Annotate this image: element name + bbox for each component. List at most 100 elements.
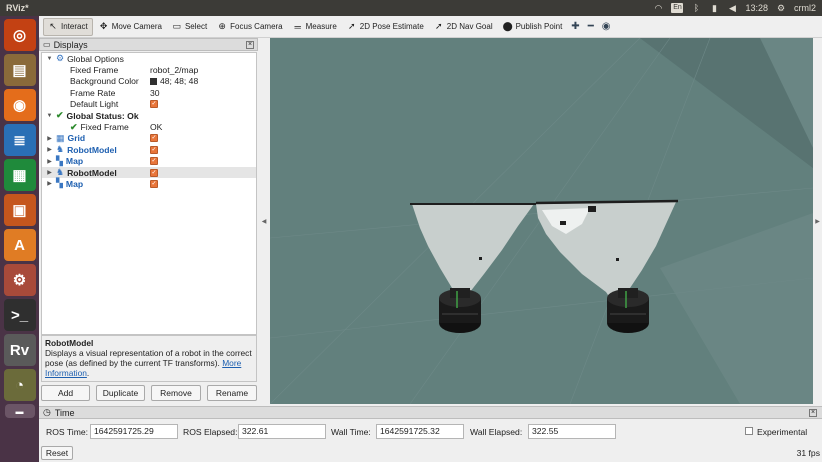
wall-time-field[interactable]: 1642591725.32 [376,424,464,439]
display-row[interactable]: ▶ ♞ RobotModel ✓ [42,144,256,155]
right-splitter-handle[interactable]: ▶ [813,38,822,404]
remove-tool-icon[interactable]: ━ [585,18,597,36]
display-name-cell: Fixed Frame [70,65,118,75]
close-icon[interactable]: × [246,40,254,49]
ros-time-field[interactable]: 1642591725.29 [90,424,178,439]
expand-arrow-icon[interactable]: ▶ [46,180,53,187]
display-row[interactable]: ▶ ▚ Map ✓ [42,156,256,167]
enabled-checkbox[interactable]: ✓ [150,179,158,188]
display-name: Global Status: Ok [66,110,139,121]
display-value-cell[interactable]: ✓ [150,100,158,109]
display-row[interactable]: ▶ ♞ RobotModel ✓ [42,166,256,179]
enabled-checkbox[interactable]: ✓ [150,100,158,109]
display-value-cell[interactable]: ✓ [150,134,158,143]
tool-measure[interactable]: ═ Measure [289,18,341,36]
display-value-cell[interactable]: OK [150,122,162,132]
firefox-icon[interactable]: ◉ [3,89,36,121]
display-value-cell[interactable]: ✓ [150,179,158,188]
time-fields-row: ROS Time: 1642591725.29 ROS Elapsed: 322… [39,424,822,440]
collapse-arrow-icon[interactable]: ▼ [46,56,53,62]
calc-icon[interactable]: ▦ [3,159,36,191]
display-row[interactable]: ▶ ▦ Grid ✓ [42,133,256,144]
tool-label: 2D Pose Estimate [359,22,424,31]
rename-button[interactable]: Rename [207,385,257,401]
display-row[interactable]: ✔ Fixed Frame OK [42,121,256,133]
focus-camera-icon: ⊕ [218,21,226,31]
tool-2d-nav-goal[interactable]: ➚ 2D Nav Goal [430,18,497,36]
display-row[interactable]: Fixed Frame robot_2/map [42,64,256,75]
tool-focus-camera[interactable]: ⊕ Focus Camera [213,18,286,36]
displays-tree[interactable]: ▼ ⚙ Global Options Fixed Frame robot_2/map Ba… [41,52,257,335]
add-button[interactable]: Add [41,385,90,401]
battery-icon[interactable]: ▮ [709,3,719,13]
collapse-arrow-icon[interactable]: ▼ [46,113,53,119]
display-value: 48; 48; 48 [160,76,199,87]
tool-move-camera[interactable]: ✥ Move Camera [95,18,166,36]
display-name: Map [65,178,84,189]
3d-render-view[interactable] [270,38,813,404]
enabled-checkbox[interactable]: ✓ [150,134,158,143]
files-icon[interactable]: ▤ [3,54,36,86]
impress-icon[interactable]: ▣ [3,194,36,226]
enabled-checkbox[interactable]: ✓ [150,168,158,177]
camera-view-icon[interactable]: ◉ [599,18,614,36]
tool-2d-pose-estimate[interactable]: ➚ 2D Pose Estimate [343,18,428,36]
clock[interactable]: 13:28 [745,3,768,13]
expand-arrow-icon[interactable]: ▶ [46,135,53,142]
settings-icon[interactable]: ⚙ [3,264,36,296]
color-swatch[interactable] [150,77,157,85]
user-name[interactable]: crml2 [794,3,816,13]
fps-counter: 31 fps [796,448,820,458]
display-value-cell[interactable]: robot_2/map [150,65,198,75]
time-panel-title: Time [54,407,75,418]
close-icon[interactable]: × [809,408,817,417]
display-value-cell[interactable]: 30 [150,88,160,98]
wall-elapsed-field[interactable]: 322.55 [528,424,616,439]
display-name-cell: ⚙ Global Options [56,53,124,64]
display-row[interactable]: Default Light ✓ [42,99,256,110]
writer-icon[interactable]: ≣ [3,124,36,156]
keyboard-layout-indicator[interactable]: En [671,3,684,13]
bluetooth-icon[interactable]: ᛒ [691,3,701,13]
description-text: Displays a visual representation of a ro… [45,348,252,368]
display-name: Fixed Frame [80,122,129,133]
reset-button[interactable]: Reset [41,446,73,460]
power-gear-icon[interactable]: ⚙ [776,3,786,13]
ros-elapsed-field[interactable]: 322.61 [238,424,326,439]
display-value-cell[interactable]: ✓ [150,145,158,154]
display-row[interactable]: Frame Rate 30 [42,87,256,98]
robot-model-1[interactable] [439,288,481,333]
expand-arrow-icon[interactable]: ▶ [46,158,53,165]
tool-publish-point[interactable]: ⬤ Publish Point [499,18,567,36]
enabled-checkbox[interactable]: ✓ [150,157,158,166]
show-applications-icon[interactable]: ▬ [4,404,35,418]
enabled-checkbox[interactable]: ✓ [150,145,158,154]
display-row[interactable]: Background Color 48; 48; 48 [42,76,256,87]
display-name: RobotModel [67,144,117,155]
wifi-icon[interactable]: ◠ [653,3,663,13]
left-splitter-handle[interactable]: ◀ [258,38,270,404]
display-row[interactable]: ▼ ⚙ Global Options [42,53,256,64]
add-tool-icon[interactable]: ✚ [568,18,582,36]
rviz-icon[interactable]: Rv [3,334,36,366]
scene-canvas[interactable] [270,38,813,404]
tool-select[interactable]: ▭ Select [168,18,211,36]
tool-interact[interactable]: ↖ Interact [43,17,93,36]
remove-button[interactable]: Remove [151,385,201,401]
display-row[interactable]: ▼ ✔ Global Status: Ok [42,110,256,121]
display-value-cell[interactable]: ✓ [150,157,158,166]
display-value-cell[interactable]: 48; 48; 48 [150,76,198,86]
expand-arrow-icon[interactable]: ▶ [46,169,53,176]
ubuntu-icon[interactable]: ◎ [3,19,36,51]
volume-icon[interactable]: ◀ [727,3,737,13]
duplicate-button[interactable]: Duplicate [96,385,145,401]
robot-model-2[interactable] [607,288,649,333]
expand-arrow-icon[interactable]: ▶ [46,146,53,153]
display-value-cell[interactable]: ✓ [150,168,158,177]
display-name: RobotModel [67,167,117,178]
terminal-icon[interactable]: >_ [3,299,36,331]
software-icon[interactable]: A [3,229,36,261]
experimental-checkbox[interactable] [745,427,753,435]
screenshot-icon[interactable]: ◔ [3,369,36,401]
display-row[interactable]: ▶ ▚ Map ✓ [42,178,256,189]
